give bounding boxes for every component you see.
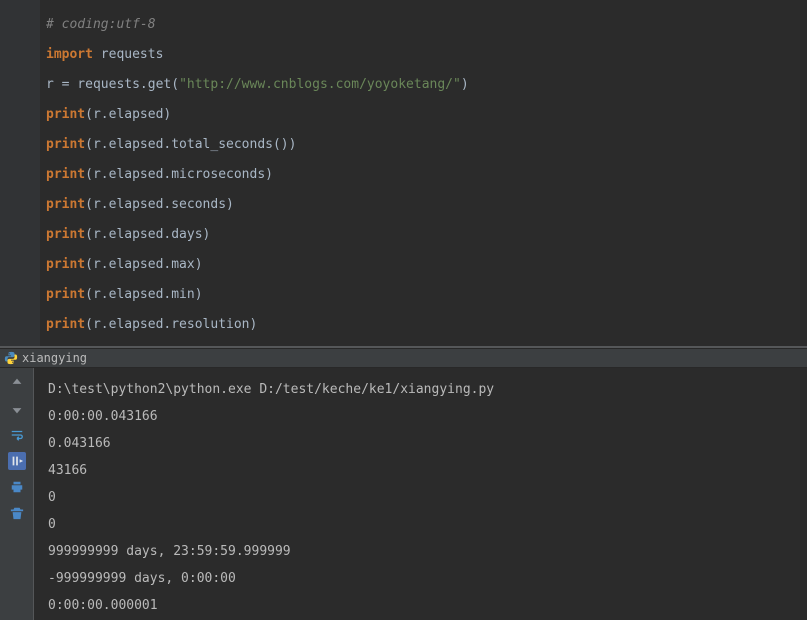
- keyword-print: print: [46, 167, 85, 182]
- console-line: 0.043166: [48, 430, 793, 457]
- console-line: D:\test\python2\python.exe D:/test/keche…: [48, 376, 793, 403]
- url-string: "http://www.cnblogs.com/yoyoketang/": [179, 77, 461, 92]
- console-line: -999999999 days, 0:00:00: [48, 565, 793, 592]
- console-line: 43166: [48, 457, 793, 484]
- print-arg: (r.elapsed.seconds): [85, 197, 234, 212]
- console-area: D:\test\python2\python.exe D:/test/keche…: [0, 368, 807, 620]
- keyword-print: print: [46, 257, 85, 272]
- comment-line: # coding:utf-8: [46, 17, 156, 32]
- print-arg: (r.elapsed): [85, 107, 171, 122]
- console-line: 0: [48, 484, 793, 511]
- soft-wrap-icon[interactable]: [8, 426, 26, 444]
- console-line: 0: [48, 511, 793, 538]
- run-tab-bar: xiangying: [0, 348, 807, 368]
- print-icon[interactable]: [8, 478, 26, 496]
- keyword-print: print: [46, 227, 85, 242]
- python-icon: [4, 351, 18, 365]
- console-output[interactable]: D:\test\python2\python.exe D:/test/keche…: [34, 368, 807, 620]
- print-arg: (r.elapsed.microseconds): [85, 167, 273, 182]
- console-line: 0:00:00.043166: [48, 403, 793, 430]
- keyword-print: print: [46, 287, 85, 302]
- module-name: requests: [93, 47, 163, 62]
- print-arg: (r.elapsed.days): [85, 227, 210, 242]
- assign-expr: r = requests.get(: [46, 77, 179, 92]
- console-gutter: [0, 368, 34, 620]
- keyword-import: import: [46, 47, 93, 62]
- arrow-up-icon[interactable]: [8, 374, 26, 392]
- console-line: 999999999 days, 23:59:59.999999: [48, 538, 793, 565]
- keyword-print: print: [46, 137, 85, 152]
- close-paren: ): [461, 77, 469, 92]
- trash-icon[interactable]: [8, 504, 26, 522]
- print-arg: (r.elapsed.resolution): [85, 317, 257, 332]
- keyword-print: print: [46, 317, 85, 332]
- scroll-to-end-icon[interactable]: [8, 452, 26, 470]
- arrow-down-icon[interactable]: [8, 400, 26, 418]
- print-arg: (r.elapsed.max): [85, 257, 202, 272]
- code-editor[interactable]: # coding:utf-8 import requests r = reque…: [0, 0, 807, 346]
- run-tab-label[interactable]: xiangying: [22, 351, 87, 365]
- keyword-print: print: [46, 197, 85, 212]
- print-arg: (r.elapsed.total_seconds()): [85, 137, 296, 152]
- keyword-print: print: [46, 107, 85, 122]
- print-arg: (r.elapsed.min): [85, 287, 202, 302]
- console-line: 0:00:00.000001: [48, 592, 793, 619]
